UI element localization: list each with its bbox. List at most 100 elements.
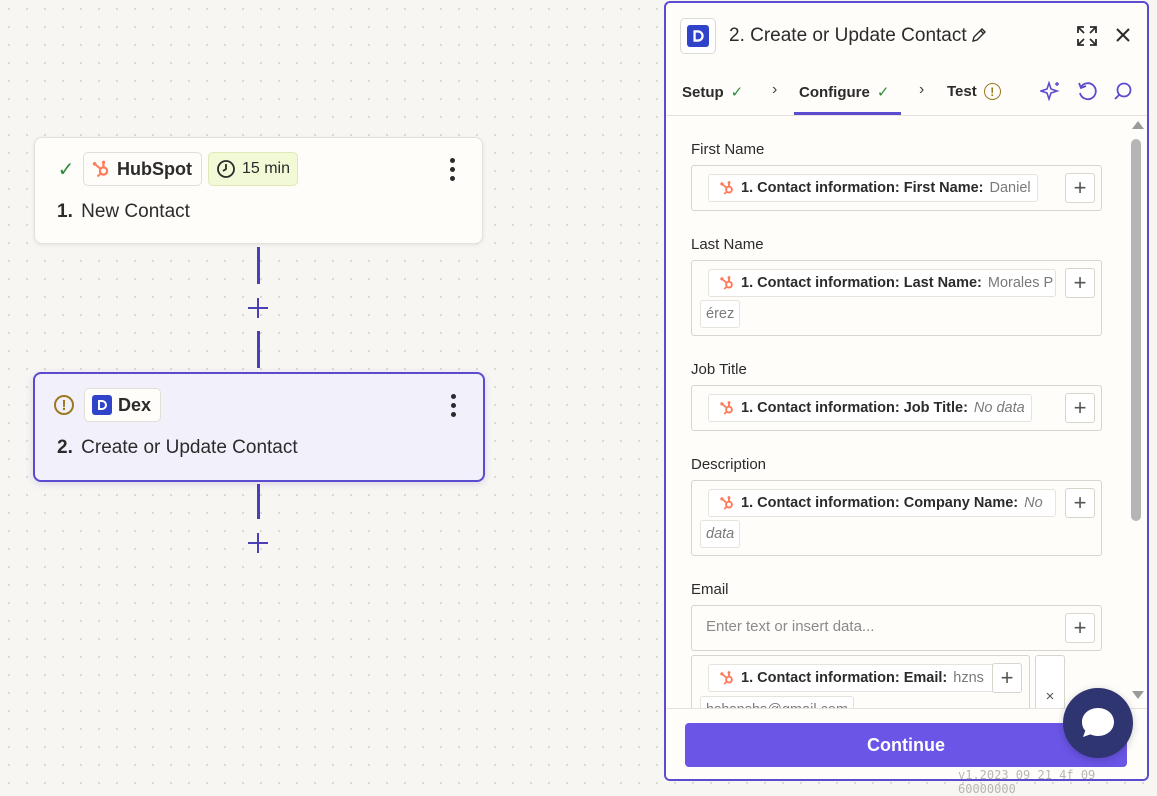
insert-data-button[interactable]: + bbox=[1065, 613, 1095, 643]
tab-configure[interactable]: Configure ✓ bbox=[799, 83, 890, 102]
data-pill[interactable]: 1. Contact information: Email: hzns bbox=[708, 664, 1000, 692]
close-icon[interactable] bbox=[1113, 25, 1133, 45]
panel-header: 2. Create or Update Contact bbox=[666, 3, 1147, 65]
search-icon[interactable] bbox=[1112, 80, 1134, 102]
close-icon: × bbox=[1045, 687, 1055, 705]
description-field[interactable]: 1. Contact information: Company Name: No… bbox=[691, 480, 1102, 556]
insert-data-button[interactable]: + bbox=[992, 663, 1022, 693]
connector-line bbox=[257, 331, 260, 368]
insert-data-button[interactable]: + bbox=[1065, 173, 1095, 203]
action-step-card[interactable]: ! Dex 2. Create or Update Contact bbox=[33, 372, 485, 482]
first-name-field[interactable]: 1. Contact information: First Name: Dani… bbox=[691, 165, 1102, 211]
data-pill[interactable]: 1. Contact information: First Name: Dani… bbox=[708, 174, 1038, 202]
sparkle-icon[interactable] bbox=[1040, 80, 1062, 102]
insert-data-button[interactable]: + bbox=[1065, 393, 1095, 423]
pill-key: 1. Contact information: Last Name: bbox=[741, 275, 982, 291]
chevron-right-icon: › bbox=[772, 81, 778, 98]
form-scrollbar[interactable] bbox=[1129, 121, 1144, 707]
pencil-icon[interactable] bbox=[971, 27, 987, 43]
chevron-right-icon: › bbox=[919, 81, 925, 98]
warning-icon: ! bbox=[54, 395, 74, 415]
data-pill[interactable]: 1. Contact information: Last Name: Moral… bbox=[708, 269, 1056, 297]
app-name: HubSpot bbox=[117, 158, 192, 179]
undo-icon[interactable] bbox=[1076, 80, 1098, 102]
pill-value-continued: data bbox=[700, 520, 741, 548]
more-options-icon[interactable] bbox=[451, 394, 457, 417]
pill-value-continued: hshsnshs@gmail.com bbox=[700, 696, 855, 708]
pill-key: 1. Contact information: Job Title: bbox=[741, 400, 968, 416]
configure-form: First Name 1. Contact information: First… bbox=[666, 116, 1147, 708]
check-icon: ✓ bbox=[57, 158, 75, 181]
pill-value: No data bbox=[973, 400, 1025, 416]
tab-label: Test bbox=[947, 83, 977, 100]
connector-line bbox=[257, 247, 260, 284]
continue-button[interactable]: Continue bbox=[685, 723, 1127, 767]
pill-value: No bbox=[1024, 495, 1043, 511]
pill-value: hzns bbox=[953, 670, 984, 686]
dex-icon bbox=[92, 395, 112, 415]
dex-icon bbox=[687, 25, 709, 47]
email-field-item[interactable]: 1. Contact information: Email: hzns hshs… bbox=[691, 655, 1030, 708]
remove-item-button[interactable]: × bbox=[1035, 655, 1065, 708]
trigger-step-card[interactable]: ✓ HubSpot 15 min 1. New Contact bbox=[34, 137, 483, 244]
step-name: Create or Update Contact bbox=[81, 437, 298, 458]
version-text: v1.2023 09 21 4f 09 60000000 bbox=[958, 768, 1096, 796]
chat-button[interactable] bbox=[1063, 688, 1133, 758]
check-icon: ✓ bbox=[730, 84, 744, 101]
step-title: 2. Create or Update Contact bbox=[57, 437, 298, 459]
pill-value: Morales P bbox=[987, 275, 1054, 291]
app-name: Dex bbox=[118, 394, 152, 415]
schedule-badge: 15 min bbox=[207, 152, 299, 186]
field-label-job-title: Job Title bbox=[691, 361, 747, 378]
pill-key: 1. Contact information: First Name: bbox=[741, 180, 984, 196]
step-number: 1. bbox=[57, 201, 73, 222]
active-tab-indicator bbox=[794, 112, 901, 115]
field-label-last-name: Last Name bbox=[691, 236, 764, 253]
insert-data-button[interactable]: + bbox=[1065, 268, 1095, 298]
warning-icon: ! bbox=[983, 83, 1001, 100]
tab-label: Setup bbox=[682, 83, 724, 101]
connector-line bbox=[257, 484, 260, 519]
email-placeholder: Enter text or insert data... bbox=[706, 618, 875, 635]
field-label-email: Email bbox=[691, 581, 729, 598]
expand-icon[interactable] bbox=[1076, 25, 1098, 47]
app-chip-hubspot: HubSpot bbox=[83, 152, 202, 186]
email-field[interactable]: Enter text or insert data... + bbox=[691, 605, 1102, 651]
step-title: 1. New Contact bbox=[57, 201, 190, 223]
hubspot-icon bbox=[720, 671, 733, 685]
data-pill[interactable]: 1. Contact information: Company Name: No bbox=[708, 489, 1056, 517]
trigger-step-header: ✓ HubSpot 15 min bbox=[55, 152, 299, 186]
panel-title: 2. Create or Update Contact bbox=[729, 25, 967, 46]
check-icon: ✓ bbox=[876, 84, 890, 101]
insert-data-button[interactable]: + bbox=[1065, 488, 1095, 518]
field-label-first-name: First Name bbox=[691, 141, 765, 158]
add-step-button[interactable] bbox=[247, 297, 269, 319]
pill-key: 1. Contact information: Email: bbox=[741, 670, 948, 686]
hubspot-icon bbox=[92, 160, 109, 178]
tab-test[interactable]: Test ! bbox=[947, 83, 1001, 100]
tab-setup[interactable]: Setup ✓ bbox=[682, 83, 744, 102]
field-label-description: Description bbox=[691, 456, 767, 473]
pill-key: 1. Contact information: Company Name: bbox=[741, 495, 1019, 511]
scrollbar-thumb[interactable] bbox=[1131, 139, 1141, 521]
action-step-header: ! Dex bbox=[54, 388, 162, 422]
pill-value: Daniel bbox=[989, 180, 1031, 196]
hubspot-icon bbox=[720, 276, 733, 290]
job-title-field[interactable]: 1. Contact information: Job Title: No da… bbox=[691, 385, 1102, 431]
scroll-down-icon[interactable] bbox=[1132, 691, 1144, 699]
more-options-icon[interactable] bbox=[450, 158, 456, 181]
pill-value-continued: érez bbox=[700, 300, 741, 328]
schedule-label: 15 min bbox=[241, 160, 291, 177]
data-pill[interactable]: 1. Contact information: Job Title: No da… bbox=[708, 394, 1032, 422]
scroll-up-icon[interactable] bbox=[1132, 121, 1144, 129]
add-step-button[interactable] bbox=[247, 532, 269, 554]
hubspot-icon bbox=[720, 181, 733, 195]
panel-app-icon bbox=[680, 18, 716, 54]
last-name-field[interactable]: 1. Contact information: Last Name: Moral… bbox=[691, 260, 1102, 336]
hubspot-icon bbox=[720, 496, 733, 510]
chat-icon bbox=[1082, 708, 1114, 737]
step-tabs: Setup ✓ › Configure ✓ › Test ! bbox=[666, 65, 1147, 116]
tab-label: Configure bbox=[799, 83, 870, 101]
step-name: New Contact bbox=[81, 201, 190, 222]
step-number: 2. bbox=[57, 437, 73, 458]
